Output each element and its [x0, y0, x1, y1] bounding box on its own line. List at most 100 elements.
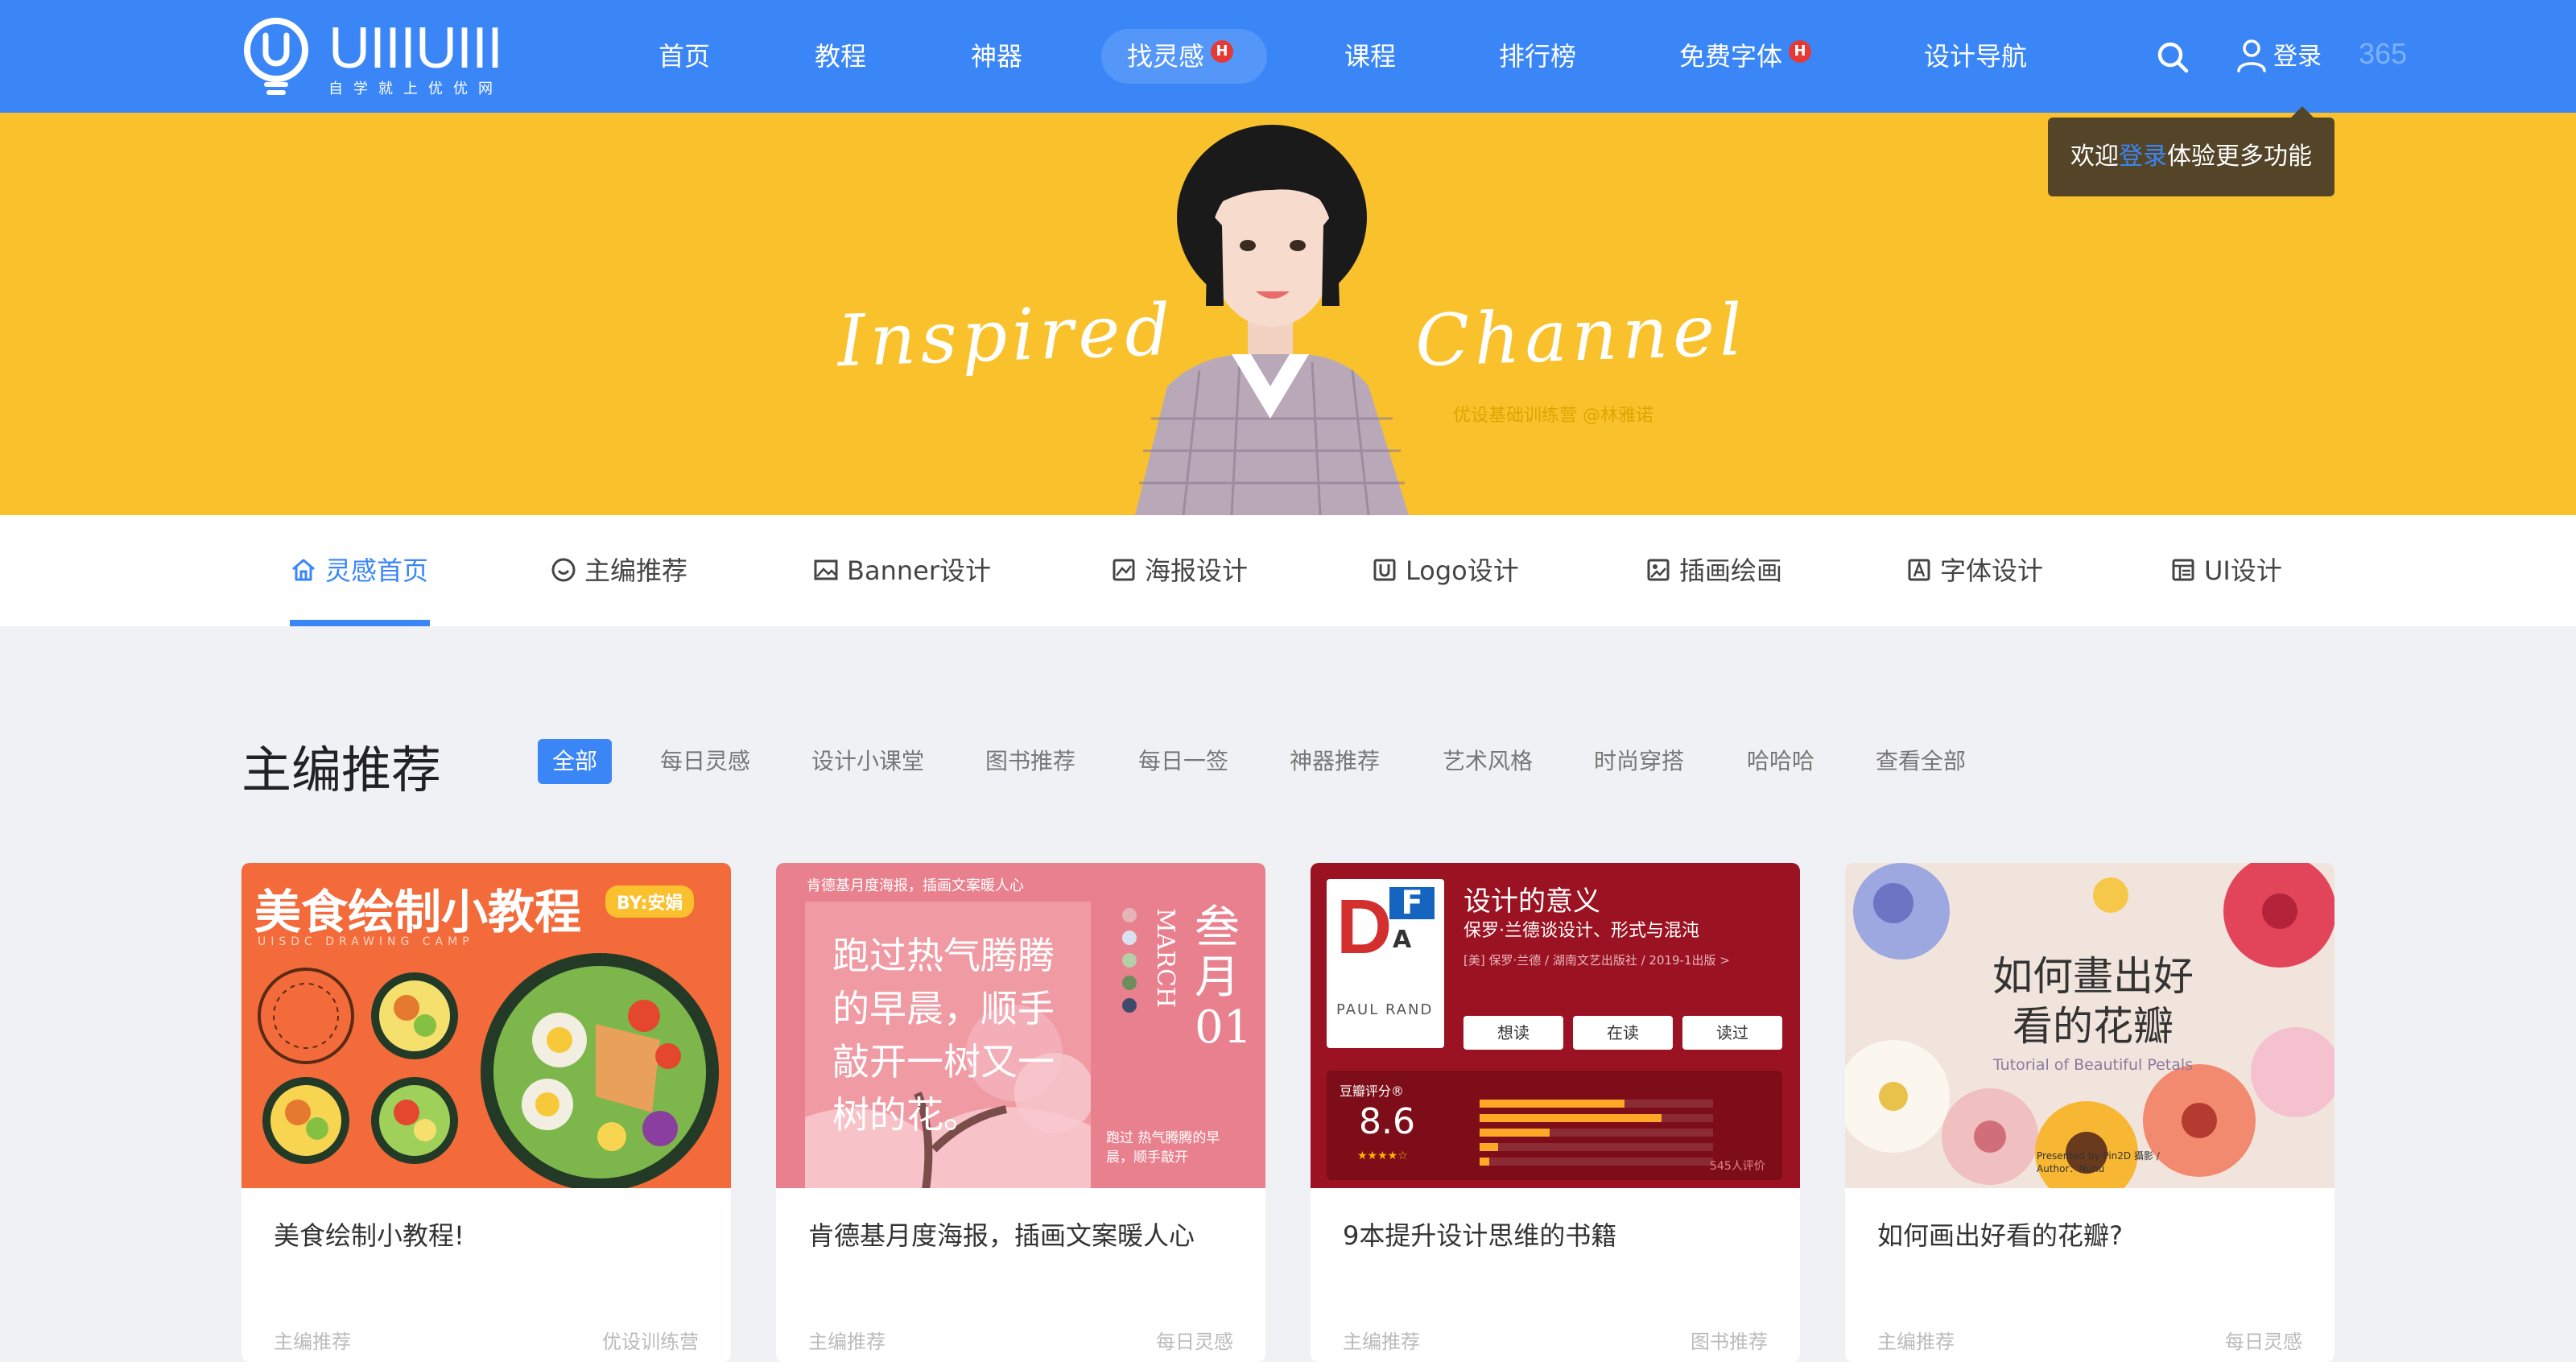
logo-tagline: 自学就上优优网 — [328, 80, 503, 97]
book-author: PAUL RAND — [1336, 1001, 1434, 1018]
filter-view-all[interactable]: 查看全部 — [1876, 739, 1966, 784]
banner-title-right: Channel — [1414, 287, 1748, 383]
article-card[interactable]: 美食绘制小教程 BY:安娟 UISDC DRAWING CAMP 美食绘制小教程… — [242, 863, 731, 1362]
rating-bar-fill — [1480, 1129, 1550, 1137]
nav-item-tools[interactable]: 神器 — [971, 0, 1022, 113]
poster-icon — [1113, 559, 1135, 581]
book-want-button[interactable]: 想读 — [1463, 1016, 1563, 1050]
rating-bar-row — [1480, 1100, 1713, 1108]
filter-design-class[interactable]: 设计小课堂 — [811, 739, 924, 784]
hot-badge: H — [1789, 40, 1812, 63]
filter-fashion[interactable]: 时尚穿搭 — [1594, 739, 1684, 784]
tab-ui-design[interactable]: UI设计 — [2170, 515, 2282, 626]
book-meta: [美] 保罗·兰德 / 湖南文艺出版社 / 2019-1出版 > — [1463, 953, 1730, 968]
login-tooltip: 欢迎登录体验更多功能 — [2048, 106, 2334, 196]
tab-font-design[interactable]: 字体设计 — [1906, 515, 2043, 626]
thumb-subtitle: UISDC DRAWING CAMP — [258, 935, 474, 948]
banner-credit: 优设基础训练营 @林雅诺 — [1453, 406, 1653, 426]
tab-inspiration-home[interactable]: 灵感首页 — [290, 515, 428, 626]
article-card[interactable]: D F A PAUL RAND 设计的意义 保罗·兰德谈设计、形式与混沌 [美]… — [1311, 863, 1800, 1362]
badge-365[interactable]: 365 — [2359, 37, 2407, 71]
card-thumbnail: 肯德基月度海报，插画文案暖人心 跑过热气腾腾的早晨，顺手敲开一树又一树的花。 叁… — [776, 863, 1265, 1188]
rating-bars — [1480, 1100, 1713, 1172]
color-swatches — [1122, 908, 1137, 1013]
article-card[interactable]: 肯德基月度海报，插画文案暖人心 跑过热气腾腾的早晨，顺手敲开一树又一树的花。 叁… — [776, 863, 1265, 1362]
image-icon — [814, 559, 838, 580]
thumb-author-tag: BY:安娟 — [605, 885, 695, 918]
book-reading-button[interactable]: 在读 — [1573, 1016, 1673, 1050]
rating-label: 豆瓣评分® — [1340, 1083, 1405, 1099]
tab-label: Logo设计 — [1406, 555, 1519, 586]
nav-item-rankings[interactable]: 排行榜 — [1499, 0, 1576, 113]
filter-book-picks[interactable]: 图书推荐 — [985, 739, 1075, 784]
lightbulb-logo-icon — [244, 18, 308, 95]
filter-daily-inspiration[interactable]: 每日灵感 — [660, 739, 750, 784]
card-title: 9本提升设计思维的书籍 — [1343, 1220, 1617, 1251]
nav-item-label: 神器 — [971, 41, 1023, 72]
card-thumbnail: 美食绘制小教程 BY:安娟 UISDC DRAWING CAMP — [242, 863, 731, 1188]
article-card[interactable]: 如何畫出好看的花瓣 Tutorial of Beautiful Petals P… — [1845, 863, 2334, 1362]
tooltip-prefix: 欢迎 — [2070, 142, 2119, 171]
nav-item-free-fonts[interactable]: 免费字体 H — [1679, 0, 1812, 113]
nav-item-label: 排行榜 — [1499, 41, 1577, 72]
illustration-icon — [1647, 559, 1670, 581]
card-category: 主编推荐 — [274, 1331, 351, 1353]
thumb-small-text: 跑过 热气腾腾的早晨，顺手敲开 — [1106, 1130, 1220, 1166]
nav-item-tutorials[interactable]: 教程 — [815, 0, 866, 113]
nav-item-label: 免费字体 — [1679, 41, 1783, 72]
top-navigation-bar: UIIIUIII 自学就上优优网 首页 教程 神器 找灵感 H 课程 排行榜 免费… — [0, 0, 2576, 113]
card-category: 主编推荐 — [1343, 1331, 1420, 1353]
filter-hahaha[interactable]: 哈哈哈 — [1747, 739, 1814, 784]
card-title: 如何画出好看的花瓣? — [1877, 1220, 2123, 1251]
tab-editor-picks[interactable]: 主编推荐 — [551, 515, 687, 626]
card-tag: 每日灵感 — [1156, 1331, 1233, 1353]
filter-art-style[interactable]: 艺术风格 — [1443, 739, 1533, 784]
ui-layout-icon — [2172, 559, 2194, 581]
rating-count: 545人评价 — [1710, 1160, 1765, 1173]
btn-label: 想读 — [1497, 1023, 1530, 1042]
rating-bar-row — [1480, 1143, 1713, 1151]
card-tag: 图书推荐 — [1690, 1331, 1768, 1353]
login-link[interactable]: 登录 — [2273, 0, 2322, 113]
food-bowls-illustration — [258, 953, 719, 1188]
book-title: 设计的意义 — [1463, 885, 1600, 918]
book-cover: D F A PAUL RAND — [1327, 879, 1444, 1048]
btn-label: 读过 — [1716, 1023, 1748, 1042]
thumb-heading: 美食绘制小教程 — [254, 885, 582, 939]
user-icon[interactable] — [2236, 39, 2267, 72]
thumb-month: 叁月01 — [1195, 902, 1253, 1054]
thumb-march: MARCH — [1151, 908, 1179, 1009]
tab-illustration[interactable]: 插画绘画 — [1645, 515, 1782, 626]
tab-banner-design[interactable]: Banner设计 — [813, 515, 991, 626]
nav-item-inspiration[interactable]: 找灵感 H — [1127, 0, 1234, 113]
rating-stars: ★★★★☆ — [1357, 1149, 1408, 1162]
site-logo[interactable]: UIIIUIII 自学就上优优网 — [242, 18, 519, 98]
tooltip-suffix: 体验更多功能 — [2167, 142, 2312, 171]
nav-item-label: 课程 — [1344, 41, 1397, 72]
rating-bar-fill — [1480, 1158, 1489, 1166]
tab-poster-design[interactable]: 海报设计 — [1111, 515, 1248, 626]
tab-label: 主编推荐 — [584, 555, 688, 586]
filter-all[interactable]: 全部 — [538, 739, 613, 784]
tooltip-login-link[interactable]: 登录 — [2119, 142, 2167, 171]
nav-item-home[interactable]: 首页 — [658, 0, 710, 113]
card-thumbnail: D F A PAUL RAND 设计的意义 保罗·兰德谈设计、形式与混沌 [美]… — [1311, 863, 1800, 1188]
tab-logo-design[interactable]: Logo设计 — [1372, 515, 1519, 626]
nav-item-design-nav[interactable]: 设计导航 — [1924, 0, 2027, 113]
filter-tool-picks[interactable]: 神器推荐 — [1290, 739, 1380, 784]
logo-wordmark: UIIIUIII — [328, 16, 503, 80]
nav-item-label: 找灵感 — [1127, 41, 1205, 72]
rating-score: 8.6 — [1359, 1101, 1415, 1142]
nav-item-courses[interactable]: 课程 — [1344, 0, 1396, 113]
book-read-button[interactable]: 读过 — [1682, 1016, 1782, 1050]
card-category: 主编推荐 — [808, 1331, 886, 1353]
thumb-heading: 如何畫出好看的花瓣 — [1992, 953, 2194, 1050]
search-icon[interactable] — [2156, 40, 2190, 74]
card-tag: 每日灵感 — [2225, 1331, 2302, 1353]
section-title: 主编推荐 — [242, 741, 442, 799]
rating-bar-row — [1480, 1158, 1713, 1166]
book-subtitle: 保罗·兰德谈设计、形式与混沌 — [1463, 921, 1699, 941]
rating-bar-row — [1480, 1129, 1713, 1137]
logo-u-icon — [1373, 559, 1396, 581]
filter-daily-quote[interactable]: 每日一签 — [1138, 739, 1228, 784]
